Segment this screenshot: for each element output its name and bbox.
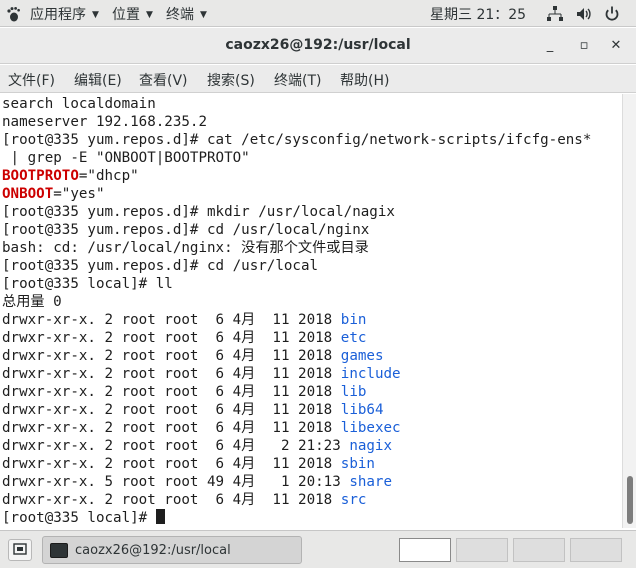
gnome-foot-icon [7, 7, 20, 22]
directory-name: include [340, 366, 401, 382]
terminal-line: drwxr-xr-x. 2 root root 6 4月 11 2018 sbi… [2, 455, 375, 473]
terminal-line: drwxr-xr-x. 2 root root 6 4月 11 2018 src [2, 491, 366, 509]
workspace-2[interactable] [456, 538, 508, 562]
minimize-button[interactable]: _ [541, 37, 559, 55]
workspace-3[interactable] [513, 538, 565, 562]
file-attributes: drwxr-xr-x. 5 root root 49 4月 1 20:13 [2, 474, 350, 490]
volume-icon[interactable] [575, 5, 593, 23]
places-menu[interactable]: 位置 ▼ [112, 4, 153, 24]
menu-view[interactable]: 查看(V) [139, 70, 188, 90]
terminal-line: drwxr-xr-x. 2 root root 6 4月 11 2018 lib… [2, 401, 384, 419]
taskbar-item-label: caozx26@192:/usr/local [75, 543, 231, 558]
directory-name: etc [340, 330, 367, 346]
show-desktop-button[interactable] [8, 539, 32, 561]
key-value: ="yes" [53, 186, 105, 202]
terminal-line: [root@335 local]# [2, 509, 165, 527]
file-attributes: drwxr-xr-x. 2 root root 6 4月 2 21:23 [2, 438, 350, 454]
terminal-line: drwxr-xr-x. 2 root root 6 4月 11 2018 inc… [2, 365, 401, 383]
taskbar: caozx26@192:/usr/local [0, 530, 636, 568]
terminal-line: drwxr-xr-x. 2 root root 6 4月 11 2018 lib… [2, 419, 401, 437]
terminal-line: nameserver 192.168.235.2 [2, 114, 207, 130]
file-attributes: drwxr-xr-x. 2 root root 6 4月 11 2018 [2, 420, 341, 436]
chevron-down-icon: ▼ [146, 10, 153, 20]
terminal-line: [root@335 yum.repos.d]# mkdir /usr/local… [2, 204, 395, 220]
directory-name: lib64 [340, 402, 384, 418]
clock[interactable]: 星期三 21：25 [430, 4, 526, 24]
file-attributes: drwxr-xr-x. 2 root root 6 4月 11 2018 [2, 330, 341, 346]
menu-help[interactable]: 帮助(H) [340, 70, 389, 90]
taskbar-item-terminal[interactable]: caozx26@192:/usr/local [42, 536, 302, 564]
scrollbar[interactable] [622, 94, 636, 528]
chevron-down-icon: ▼ [200, 10, 207, 20]
applications-menu[interactable]: 应用程序 ▼ [30, 4, 99, 24]
maximize-button[interactable]: ▫ [575, 37, 593, 55]
terminal-line: drwxr-xr-x. 2 root root 6 4月 11 2018 gam… [2, 347, 384, 365]
power-icon[interactable] [603, 5, 621, 23]
directory-name: share [349, 474, 393, 490]
terminal-line: drwxr-xr-x. 2 root root 6 4月 2 21:23 nag… [2, 437, 392, 455]
terminal-line: search localdomain [2, 96, 156, 112]
file-attributes: drwxr-xr-x. 2 root root 6 4月 11 2018 [2, 492, 341, 508]
terminal-line: drwxr-xr-x. 2 root root 6 4月 11 2018 lib [2, 383, 366, 401]
terminal-line: [root@335 local]# ll [2, 276, 173, 292]
file-attributes: drwxr-xr-x. 2 root root 6 4月 11 2018 [2, 366, 341, 382]
directory-name: nagix [349, 438, 393, 454]
menu-edit[interactable]: 编辑(E) [74, 70, 122, 90]
terminal-line: bash: cd: /usr/local/nginx: 没有那个文件或目录 [2, 240, 369, 256]
file-attributes: drwxr-xr-x. 2 root root 6 4月 11 2018 [2, 384, 341, 400]
text-cursor [155, 509, 165, 524]
chevron-down-icon: ▼ [92, 10, 99, 20]
directory-name: sbin [340, 456, 375, 472]
file-attributes: drwxr-xr-x. 2 root root 6 4月 11 2018 [2, 348, 341, 364]
directory-name: games [340, 348, 384, 364]
terminal-line: [root@335 yum.repos.d]# cd /usr/local/ng… [2, 222, 370, 238]
directory-name: libexec [340, 420, 401, 436]
terminal-app-menu[interactable]: 终端 ▼ [166, 4, 207, 24]
workspace-4[interactable] [570, 538, 622, 562]
desktop-icon [13, 543, 27, 555]
menubar: 文件(F) 编辑(E) 查看(V) 搜索(S) 终端(T) 帮助(H) [0, 65, 636, 93]
window-titlebar[interactable]: caozx26@192:/usr/local _ ▫ ✕ [0, 28, 636, 64]
menu-file[interactable]: 文件(F) [8, 70, 55, 90]
terminal-line: drwxr-xr-x. 2 root root 6 4月 11 2018 etc [2, 329, 366, 347]
scrollbar-thumb[interactable] [627, 476, 633, 524]
key-value: ="dhcp" [78, 168, 139, 184]
workspace-1[interactable] [399, 538, 451, 562]
directory-name: src [340, 492, 367, 508]
terminal-line: 总用量 0 [2, 294, 62, 310]
terminal-icon [50, 543, 68, 558]
close-button[interactable]: ✕ [607, 37, 625, 55]
terminal-line: drwxr-xr-x. 5 root root 49 4月 1 20:13 sh… [2, 473, 392, 491]
terminal-line: drwxr-xr-x. 2 root root 6 4月 11 2018 bin [2, 311, 366, 329]
terminal-line: ONBOOT="yes" [2, 185, 105, 203]
file-attributes: drwxr-xr-x. 2 root root 6 4月 11 2018 [2, 402, 341, 418]
terminal-line: BOOTPROTO="dhcp" [2, 167, 139, 185]
file-attributes: drwxr-xr-x. 2 root root 6 4月 11 2018 [2, 456, 341, 472]
menu-terminal[interactable]: 终端(T) [274, 70, 321, 90]
directory-name: bin [340, 312, 367, 328]
file-attributes: drwxr-xr-x. 2 root root 6 4月 11 2018 [2, 312, 341, 328]
directory-name: lib [340, 384, 367, 400]
terminal-output[interactable]: search localdomain nameserver 192.168.235… [0, 94, 622, 528]
terminal-line: [root@335 yum.repos.d]# cd /usr/local [2, 258, 319, 274]
network-icon[interactable] [546, 5, 564, 23]
highlighted-key: ONBOOT [2, 186, 54, 202]
menu-search[interactable]: 搜索(S) [207, 70, 255, 90]
highlighted-key: BOOTPROTO [2, 168, 79, 184]
top-bar: 应用程序 ▼ 位置 ▼ 终端 ▼ 星期三 21：25 [0, 0, 636, 27]
terminal-line: | grep -E "ONBOOT|BOOTPROTO" [2, 150, 250, 166]
terminal-line: [root@335 yum.repos.d]# cat /etc/sysconf… [2, 132, 592, 148]
